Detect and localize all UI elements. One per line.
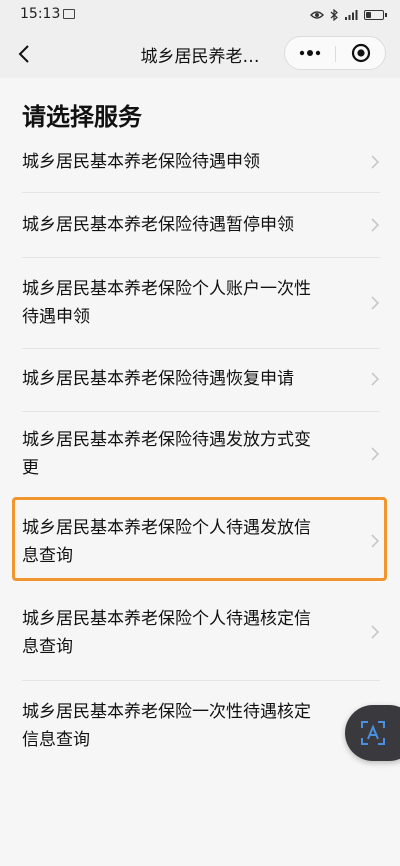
page-title: 请选择服务 <box>22 103 142 131</box>
capsule-menu <box>284 36 386 70</box>
selection-highlight <box>12 497 387 581</box>
service-label-line1: 城乡居民基本养老保险待遇暂停申领 <box>22 215 294 235</box>
float-icon-wrapper <box>357 717 389 749</box>
message-icon <box>63 9 75 19</box>
service-label-line2: 更 <box>22 458 39 478</box>
service-label: 城乡居民基本养老保险待遇发放方式变 更 <box>22 426 352 482</box>
chevron-right-icon <box>371 447 380 461</box>
service-label-line1: 城乡居民基本养老保险待遇恢复申请 <box>22 369 294 389</box>
signal-icon <box>345 10 358 20</box>
service-label: 城乡居民基本养老保险个人待遇核定信 息查询 <box>22 605 352 661</box>
text-recognition-icon <box>361 721 385 745</box>
service-item[interactable]: 城乡居民基本养老保险待遇恢复申请 <box>0 349 400 411</box>
close-button[interactable] <box>336 37 386 69</box>
eye-icon <box>310 11 324 19</box>
service-label-line2: 待遇申领 <box>22 307 90 327</box>
bluetooth-icon <box>330 9 338 21</box>
service-label-line1: 城乡居民基本养老保险一次性待遇核定 <box>22 702 311 722</box>
service-item[interactable]: 城乡居民基本养老保险待遇发放方式变 更 <box>0 412 400 490</box>
chevron-left-icon <box>18 45 29 63</box>
service-label: 城乡居民基本养老保险一次性待遇核定 信息查询 <box>22 698 352 754</box>
nav-bar: 城乡居民养老… <box>0 30 400 78</box>
more-button[interactable] <box>285 37 335 69</box>
floating-assistant-button[interactable] <box>345 705 400 761</box>
service-item[interactable]: 城乡居民基本养老保险一次性待遇核定 信息查询 <box>0 681 400 771</box>
status-time: 15:13 <box>20 6 61 22</box>
service-item[interactable]: 城乡居民基本养老保险个人待遇核定信 息查询 <box>0 588 400 680</box>
service-label-line1: 城乡居民基本养老保险待遇申领 <box>22 152 260 172</box>
service-label-line1: 城乡居民基本养老保险待遇发放方式变 <box>22 430 311 450</box>
chevron-right-icon <box>371 296 380 310</box>
service-item[interactable]: 城乡居民基本养老保险个人账户一次性 待遇申领 <box>0 258 400 348</box>
service-label-line1: 城乡居民基本养老保险个人账户一次性 <box>22 279 311 299</box>
back-button[interactable] <box>8 38 40 70</box>
service-label: 城乡居民基本养老保险待遇暂停申领 <box>22 211 352 239</box>
service-label-line2: 信息查询 <box>22 730 90 750</box>
nav-title: 城乡居民养老… <box>140 47 260 67</box>
service-label-line1: 城乡居民基本养老保险个人待遇核定信 <box>22 609 311 629</box>
battery-level <box>366 12 371 18</box>
chevron-right-icon <box>371 372 380 386</box>
chevron-right-icon <box>371 218 380 232</box>
service-label: 城乡居民基本养老保险待遇申领 <box>22 148 352 176</box>
service-label: 城乡居民基本养老保险待遇恢复申请 <box>22 365 352 393</box>
chevron-right-icon <box>371 625 380 639</box>
status-icons <box>310 6 387 24</box>
service-item[interactable]: 城乡居民基本养老保险待遇暂停申领 <box>0 193 400 257</box>
battery-icon <box>364 10 387 20</box>
service-label-line2: 息查询 <box>22 637 73 657</box>
more-dots-icon <box>299 50 321 56</box>
target-close-icon <box>351 43 371 63</box>
service-item[interactable]: 城乡居民基本养老保险待遇申领 <box>0 132 400 192</box>
service-label: 城乡居民基本养老保险个人账户一次性 待遇申领 <box>22 275 352 331</box>
status-bar: 15:13 <box>0 0 400 30</box>
chevron-right-icon <box>371 155 380 169</box>
